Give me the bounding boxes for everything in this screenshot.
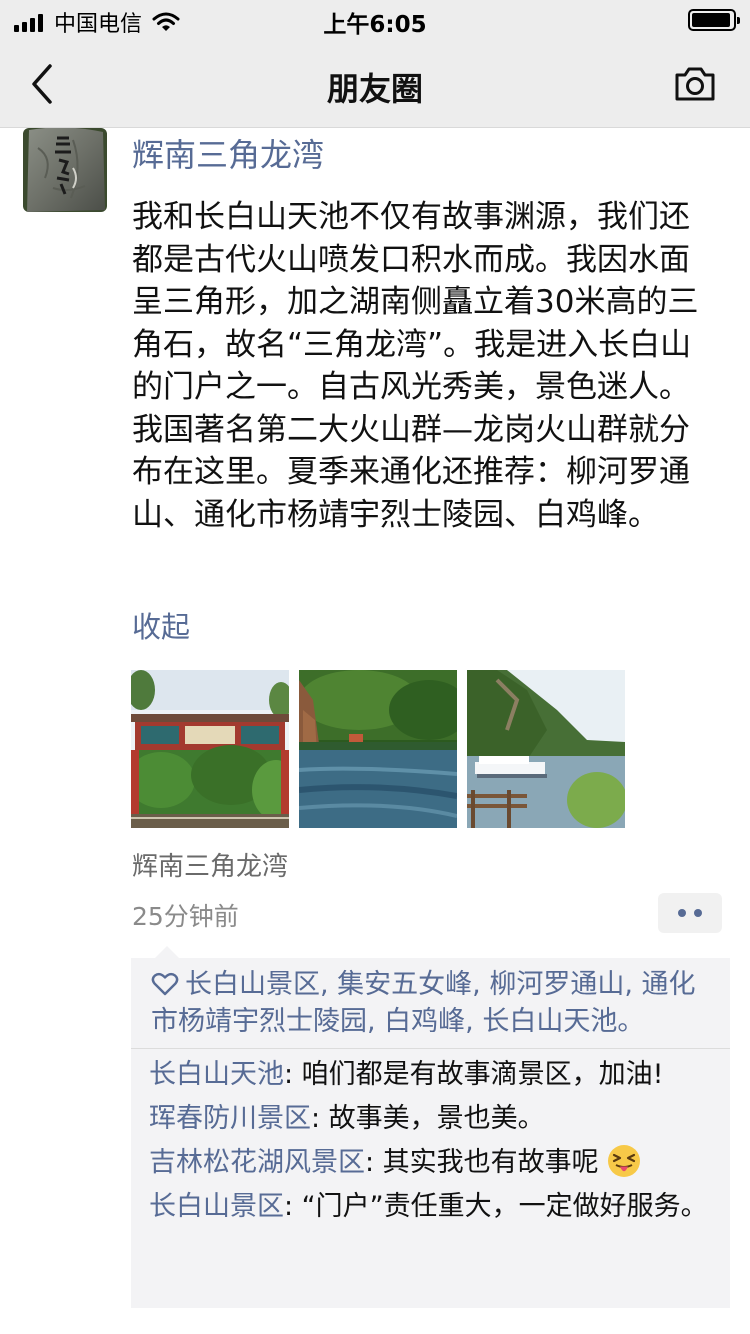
- tongue-face-emoji-icon: [608, 1145, 641, 1177]
- comment-list: 长白山天池: 咱们都是有故事滴景区，加油! 珲春防川景区: 故事美，景也美。 吉…: [149, 1056, 709, 1232]
- heart-icon: [151, 972, 179, 996]
- likes-list: 长白山景区, 集安五女峰, 柳河罗通山, 通化市杨靖宇烈士陵园, 白鸡峰, 长白…: [151, 969, 696, 1037]
- nav-bar: 朋友圈: [0, 40, 750, 128]
- page-title: 朋友圈: [326, 70, 423, 108]
- comment-author[interactable]: 珲春防川景区: [149, 1103, 311, 1134]
- post-location[interactable]: 辉南三角龙湾: [132, 846, 288, 883]
- comment-text: : 其实我也有故事呢: [365, 1147, 599, 1178]
- post-time: 25分钟前: [132, 902, 239, 931]
- interaction-panel: 长白山景区, 集安五女峰, 柳河罗通山, 通化市杨靖宇烈士陵园, 白鸡峰, 长白…: [131, 946, 730, 1308]
- comment-item[interactable]: 吉林松花湖风景区: 其实我也有故事呢: [149, 1144, 709, 1182]
- comment-text: : 故事美，景也美。: [311, 1103, 545, 1134]
- comment-author[interactable]: 吉林松花湖风景区: [149, 1147, 365, 1178]
- like-name[interactable]: 长白山景区: [185, 969, 320, 1000]
- comment-item[interactable]: 长白山天池: 咱们都是有故事滴景区，加油!: [149, 1056, 709, 1094]
- comment-item[interactable]: 珲春防川景区: 故事美，景也美。: [149, 1100, 709, 1138]
- gate-photo[interactable]: [131, 670, 289, 828]
- comment-author[interactable]: 长白山景区: [149, 1191, 284, 1222]
- comment-text: : “门户”责任重大，一定做好服务。: [284, 1191, 708, 1222]
- dot-icon: [694, 909, 702, 917]
- divider: [131, 1048, 730, 1049]
- camera-button[interactable]: [674, 64, 716, 104]
- like-name[interactable]: 白鸡峰: [384, 1006, 465, 1037]
- comment-item[interactable]: 长白山景区: “门户”责任重大，一定做好服务。: [149, 1188, 709, 1226]
- comment-text: : 咱们都是有故事滴景区，加油!: [284, 1059, 664, 1090]
- battery-icon: [688, 9, 740, 31]
- lake-pavilion-photo[interactable]: [299, 670, 457, 828]
- lake-boat-photo[interactable]: [467, 670, 625, 828]
- like-name[interactable]: 长白山天池: [482, 1006, 617, 1037]
- status-bar: 中国电信 上午6:05: [0, 0, 750, 40]
- post-author[interactable]: 辉南三角龙湾: [132, 130, 324, 176]
- post-text: 我和长白山天池不仅有故事渊源，我们还都是古代火山喷发口积水而成。我因水面呈三角形…: [132, 199, 699, 533]
- avatar[interactable]: [23, 128, 107, 212]
- status-time: 上午6:05: [323, 12, 427, 38]
- camera-icon: [675, 67, 715, 101]
- collapse-link[interactable]: 收起: [132, 604, 190, 646]
- like-name[interactable]: 集安五女峰: [337, 969, 472, 1000]
- dot-icon: [678, 909, 686, 917]
- likes-end: 。: [617, 1006, 645, 1037]
- photo-grid: [131, 670, 625, 828]
- like-name[interactable]: 柳河罗通山: [489, 969, 624, 1000]
- comment-author[interactable]: 长白山天池: [149, 1059, 284, 1090]
- more-options-button[interactable]: [658, 893, 722, 933]
